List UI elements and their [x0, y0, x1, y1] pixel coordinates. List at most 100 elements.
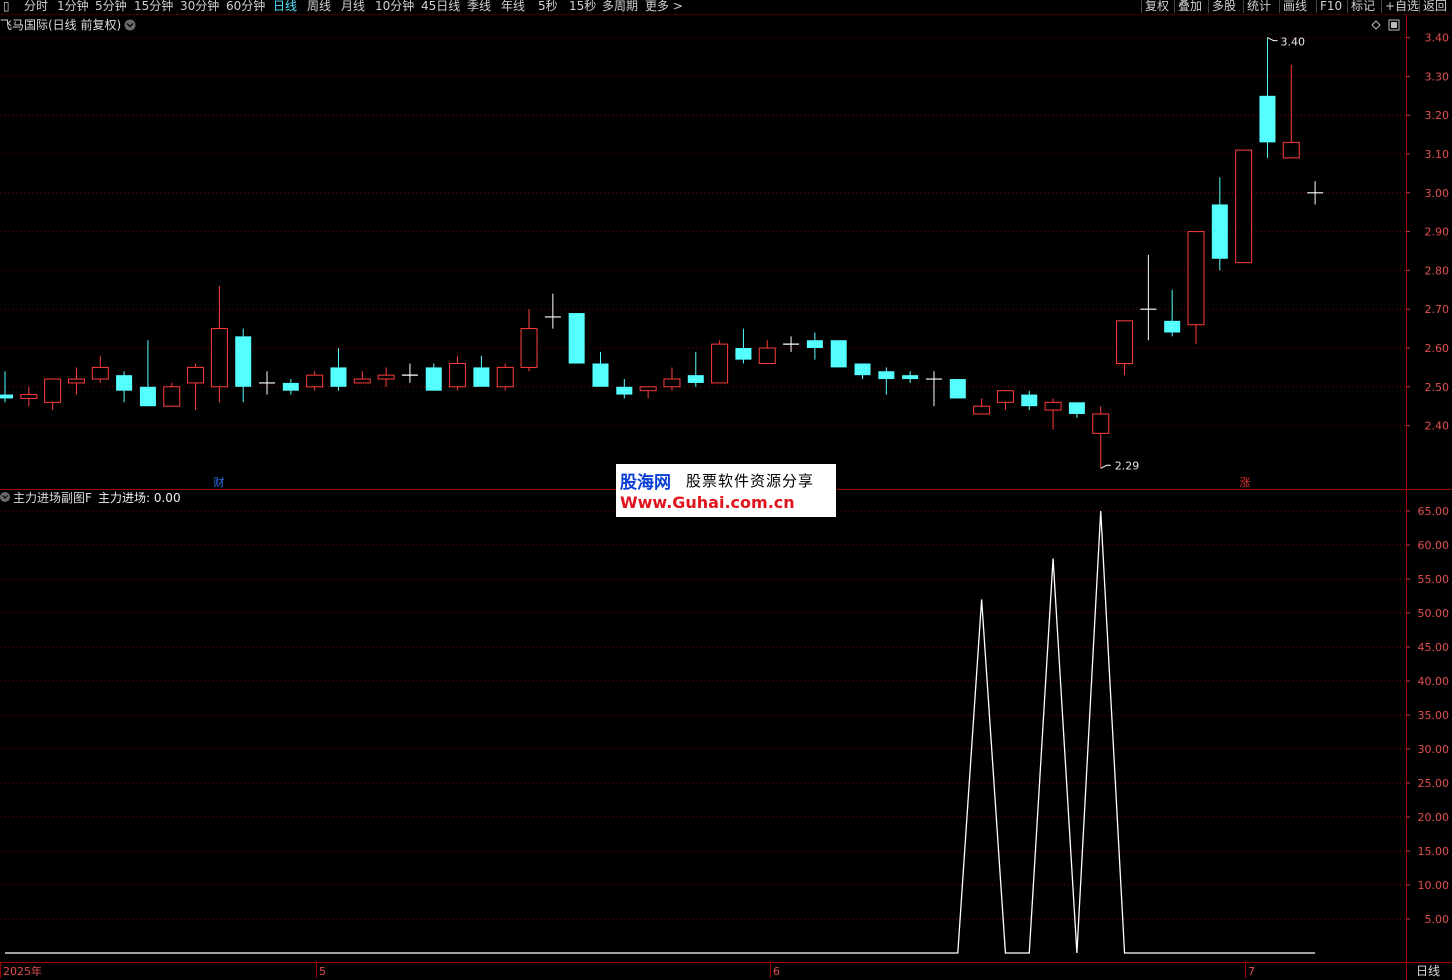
candle-body: [1164, 320, 1181, 333]
price-tick-label: 2.50: [1425, 381, 1450, 394]
candle-body: [1211, 204, 1228, 259]
candle-body: [377, 374, 395, 380]
indicator-tick-label: 35.00: [1418, 709, 1450, 722]
candle-body: [44, 378, 62, 403]
candle-body: [878, 371, 895, 380]
candle: [711, 340, 729, 384]
rise-marker: 涨: [1240, 476, 1251, 489]
candle-body: [830, 340, 847, 368]
candle: [496, 363, 514, 391]
candle: [20, 386, 38, 407]
indicator-tick-label: 50.00: [1418, 607, 1450, 620]
low-price-label: 2.29: [1115, 459, 1140, 472]
candle-body: [902, 375, 919, 380]
candle-body: [163, 386, 181, 407]
candle-body: [568, 313, 585, 364]
chart-title: 飞马国际(日线 前复权): [0, 17, 121, 32]
candle: [401, 363, 418, 383]
candle-body: [949, 379, 966, 399]
indicator-line: [5, 510, 1316, 954]
candle-body: [20, 394, 38, 399]
indicator-tick-label: 30.00: [1418, 743, 1450, 756]
candle: [425, 363, 442, 391]
watermark-brand: 股海网: [620, 473, 671, 493]
candle: [1092, 406, 1110, 469]
candle: [139, 340, 156, 407]
candle-body: [1282, 141, 1300, 159]
candle: [0, 371, 13, 403]
candle: [783, 336, 800, 352]
price-tick-label: 2.40: [1425, 420, 1450, 433]
price-tick-label: 2.70: [1425, 303, 1450, 316]
indicator-tick-label: 55.00: [1418, 573, 1450, 586]
candle: [187, 363, 205, 411]
time-axis-july-label: 7: [1248, 965, 1255, 978]
candle: [1211, 177, 1228, 271]
candle: [949, 379, 966, 399]
time-axis-june-label: 6: [773, 965, 780, 978]
indicator-title: 主力进场副图F: [13, 491, 92, 505]
candle-body: [806, 340, 823, 348]
candle-body: [210, 328, 228, 388]
price-tick-label: 2.60: [1425, 342, 1450, 355]
watermark-url: Www.Guhai.com.cn: [620, 493, 795, 512]
candle: [854, 363, 871, 380]
title-dropdown-icon[interactable]: [124, 19, 136, 31]
candle-body: [639, 386, 657, 392]
candle-body: [425, 367, 442, 391]
candle-body: [1044, 401, 1062, 411]
diamond-icon[interactable]: [1371, 20, 1381, 30]
indicator-tick-label: 45.00: [1418, 641, 1450, 654]
candle-body: [592, 363, 609, 387]
candle: [663, 367, 681, 391]
candle: [282, 379, 299, 395]
candle: [568, 313, 585, 364]
candle: [878, 367, 895, 395]
high-price-label: 3.40: [1280, 36, 1305, 49]
indicator-tick-label: 60.00: [1418, 539, 1450, 552]
indicator-tick-label: 25.00: [1418, 777, 1450, 790]
candle: [520, 309, 538, 372]
candle-body: [353, 378, 371, 384]
candle: [235, 328, 252, 403]
candle: [377, 367, 395, 387]
candle: [1140, 254, 1157, 341]
candle: [91, 355, 109, 383]
candle: [259, 371, 276, 395]
candle: [735, 328, 752, 364]
price-tick-label: 2.80: [1425, 264, 1450, 277]
candle: [1044, 398, 1062, 430]
candle-body: [1259, 95, 1276, 143]
candle: [163, 382, 181, 407]
indicator-tick-label: 65.00: [1418, 505, 1450, 518]
candle: [1307, 181, 1324, 205]
candle-body: [496, 366, 514, 388]
candle: [1068, 402, 1085, 418]
candle: [996, 390, 1014, 411]
candle: [116, 371, 133, 403]
candle: [1187, 231, 1205, 345]
candle-body: [473, 367, 490, 387]
low-price-pointer: [1100, 464, 1111, 469]
price-tick-label: 3.30: [1425, 70, 1450, 83]
period-indicator: 日线: [1416, 964, 1440, 978]
candle: [973, 398, 991, 415]
candle: [592, 351, 609, 387]
indicator-tick-label: 20.00: [1418, 811, 1450, 824]
candle: [1116, 320, 1134, 376]
candle-body: [1092, 413, 1110, 434]
candle-body: [67, 378, 85, 384]
candle-body: [996, 390, 1014, 403]
indicator-tick-label: 15.00: [1418, 845, 1450, 858]
candle-body: [1187, 231, 1205, 326]
price-tick-label: 3.40: [1425, 32, 1450, 45]
time-axis-may-label: 5: [319, 965, 326, 978]
candle: [639, 386, 657, 399]
price-tick-label: 3.00: [1425, 187, 1450, 200]
indicator-dropdown-icon[interactable]: [0, 492, 10, 502]
candle: [1235, 149, 1253, 264]
candle-body: [139, 386, 156, 407]
candle: [330, 348, 347, 391]
candle-body: [306, 374, 324, 388]
candle-body: [91, 366, 109, 380]
